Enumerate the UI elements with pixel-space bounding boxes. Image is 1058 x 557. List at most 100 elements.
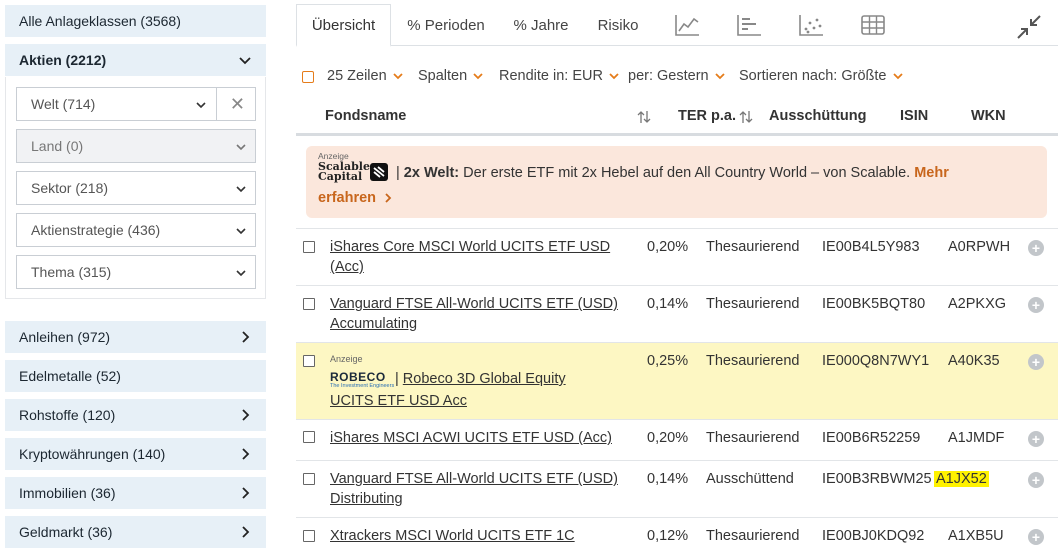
sidebar-item-immobilien[interactable]: Immobilien (36): [5, 477, 266, 509]
land-select[interactable]: Land (0): [16, 129, 256, 163]
sektor-select-value: Sektor (218): [31, 180, 109, 196]
chevron-down-icon: [196, 102, 206, 109]
sidebar-item-geldmarkt[interactable]: Geldmarkt (36): [5, 516, 266, 548]
add-icon[interactable]: +: [1028, 240, 1044, 256]
scatter-plot-icon[interactable]: [798, 13, 824, 37]
fund-name-line-1[interactable]: iShares MSCI ACWI UCITS ETF USD (Acc): [330, 430, 612, 446]
fund-name-line-1[interactable]: iShares Core MSCI World UCITS ETF USD: [330, 239, 610, 255]
sponsored-table-row[interactable]: Anzeige ROBECO The Investment Engineers …: [296, 342, 1058, 419]
sort-icon[interactable]: [636, 109, 652, 125]
chevron-right-icon: [238, 486, 252, 500]
isin-value: IE00B6R52259: [822, 430, 921, 446]
add-icon[interactable]: +: [1028, 354, 1044, 370]
ad-body: Der erste ETF mit 2x Hebel auf den All C…: [463, 165, 911, 181]
row-checkbox[interactable]: [303, 355, 315, 367]
chevron-down-icon: [892, 73, 903, 80]
add-icon[interactable]: +: [1028, 529, 1044, 545]
column-header-isin[interactable]: ISIN: [900, 108, 928, 124]
columns-dropdown[interactable]: Spalten: [418, 68, 484, 84]
view-tabs: Übersicht % Perioden % Jahre Risiko: [296, 0, 1058, 47]
column-header-wkn[interactable]: WKN: [971, 108, 1006, 124]
add-icon[interactable]: +: [1028, 297, 1044, 313]
fund-name-line-2[interactable]: Accumulating: [330, 316, 417, 332]
add-icon[interactable]: +: [1028, 472, 1044, 488]
fund-name-line-2[interactable]: (Acc): [330, 259, 364, 275]
sidebar-item-all-classes[interactable]: Alle Anlageklassen (3568): [5, 5, 266, 37]
close-icon[interactable]: ✕: [230, 95, 245, 113]
ad-more-link[interactable]: Mehr: [914, 165, 949, 181]
column-header-distribution[interactable]: Ausschüttung: [769, 108, 866, 124]
rows-dropdown[interactable]: 25 Zeilen: [327, 68, 404, 84]
bar-list-icon[interactable]: [736, 13, 762, 37]
date-dropdown[interactable]: per: Gestern: [628, 68, 726, 84]
sort-label: Sortieren nach: Größte: [739, 68, 887, 84]
chevron-right-icon: [385, 193, 392, 203]
isin-value: IE00B3RBWM25: [822, 471, 932, 487]
sidebar-item-rohstoffe[interactable]: Rohstoffe (120): [5, 399, 266, 431]
fund-name-line-1[interactable]: Robeco 3D Global Equity: [403, 371, 566, 387]
sidebar-item-anleihen[interactable]: Anleihen (972): [5, 321, 266, 353]
fund-name-line-2[interactable]: Distributing: [330, 491, 403, 507]
sidebar-item-aktien[interactable]: Aktien (2212): [5, 44, 266, 76]
table-row[interactable]: iShares Core MSCI World UCITS ETF USD (A…: [296, 228, 1058, 285]
currency-label: Rendite in: EUR: [499, 68, 603, 84]
fund-name-line-1[interactable]: Vanguard FTSE All-World UCITS ETF (USD): [330, 296, 618, 312]
fund-name-link[interactable]: Vanguard FTSE All-World UCITS ETF (USD) …: [330, 469, 620, 509]
row-checkbox[interactable]: [303, 241, 315, 253]
fund-name-link[interactable]: | Robeco 3D Global Equity: [395, 369, 595, 389]
wkn-value: A1XB5U: [948, 528, 1004, 544]
ad-banner[interactable]: Anzeige Scalable Capital | 2x Welt: Der …: [306, 146, 1047, 218]
fund-name-line-2[interactable]: UCITS ETF USD Acc: [330, 393, 467, 409]
wkn-value: A40K35: [948, 353, 1000, 369]
row-checkbox[interactable]: [303, 473, 315, 485]
sidebar-item-kryptowaehrungen[interactable]: Kryptowährungen (140): [5, 438, 266, 470]
table-grid-icon[interactable]: [860, 13, 886, 37]
sort-icon[interactable]: [738, 109, 754, 125]
chevron-right-icon: [238, 408, 252, 422]
select-all-checkbox[interactable]: [302, 71, 314, 83]
tab-years[interactable]: % Jahre: [506, 4, 576, 46]
fund-name-link[interactable]: Xtrackers MSCI World UCITS ETF 1C: [330, 526, 630, 546]
ad-label: Anzeige: [330, 354, 363, 364]
separator: |: [395, 371, 403, 387]
aktienstrategie-select[interactable]: Aktienstrategie (436): [16, 213, 256, 247]
welt-select[interactable]: Welt (714) ✕: [16, 87, 256, 121]
ter-value: 0,20%: [647, 239, 689, 255]
tab-periods[interactable]: % Perioden: [396, 4, 496, 46]
column-header-ter[interactable]: TER p.a.: [678, 108, 736, 124]
column-header-name[interactable]: Fondsname: [325, 108, 406, 124]
line-chart-icon[interactable]: [674, 13, 700, 37]
fund-name-link-2[interactable]: UCITS ETF USD Acc: [330, 391, 620, 411]
sidebar-item-label: Anleihen (972): [19, 329, 111, 345]
tab-risk[interactable]: Risiko: [592, 4, 644, 46]
sort-dropdown[interactable]: Sortieren nach: Größte: [739, 68, 904, 84]
distribution-value: Thesaurierend: [706, 296, 800, 312]
fund-name-link[interactable]: iShares MSCI ACWI UCITS ETF USD (Acc): [330, 428, 630, 448]
table-row[interactable]: Vanguard FTSE All-World UCITS ETF (USD) …: [296, 460, 1058, 517]
table-row[interactable]: Vanguard FTSE All-World UCITS ETF (USD) …: [296, 285, 1058, 342]
fund-name-link[interactable]: Vanguard FTSE All-World UCITS ETF (USD) …: [330, 294, 620, 334]
fund-name-link[interactable]: iShares Core MSCI World UCITS ETF USD (A…: [330, 237, 620, 277]
collapse-icon[interactable]: [1016, 14, 1042, 40]
row-checkbox[interactable]: [303, 530, 315, 542]
table-row[interactable]: iShares MSCI ACWI UCITS ETF USD (Acc) 0,…: [296, 419, 1058, 460]
date-label: per: Gestern: [628, 68, 709, 84]
fund-name-line-1[interactable]: Xtrackers MSCI World UCITS ETF 1C: [330, 528, 575, 544]
ad-more-link-2[interactable]: erfahren: [318, 190, 394, 206]
table-header: Fondsname TER p.a. Ausschüttung ISIN WKN: [296, 100, 1058, 136]
table-row[interactable]: Xtrackers MSCI World UCITS ETF 1C 0,12% …: [296, 517, 1058, 557]
thema-select[interactable]: Thema (315): [16, 255, 256, 289]
add-icon[interactable]: +: [1028, 431, 1044, 447]
ter-value: 0,25%: [647, 353, 689, 369]
currency-dropdown[interactable]: Rendite in: EUR: [499, 68, 620, 84]
chevron-down-icon: [473, 73, 483, 80]
tab-label: Übersicht: [311, 16, 376, 34]
sidebar-item-edelmetalle[interactable]: Edelmetalle (52): [5, 360, 266, 392]
ter-value: 0,12%: [647, 528, 689, 544]
sektor-select[interactable]: Sektor (218): [16, 171, 256, 205]
row-checkbox[interactable]: [303, 298, 315, 310]
chevron-down-icon: [609, 73, 619, 80]
row-checkbox[interactable]: [303, 431, 315, 443]
tab-overview[interactable]: Übersicht: [296, 4, 391, 47]
fund-name-line-1[interactable]: Vanguard FTSE All-World UCITS ETF (USD): [330, 471, 618, 487]
